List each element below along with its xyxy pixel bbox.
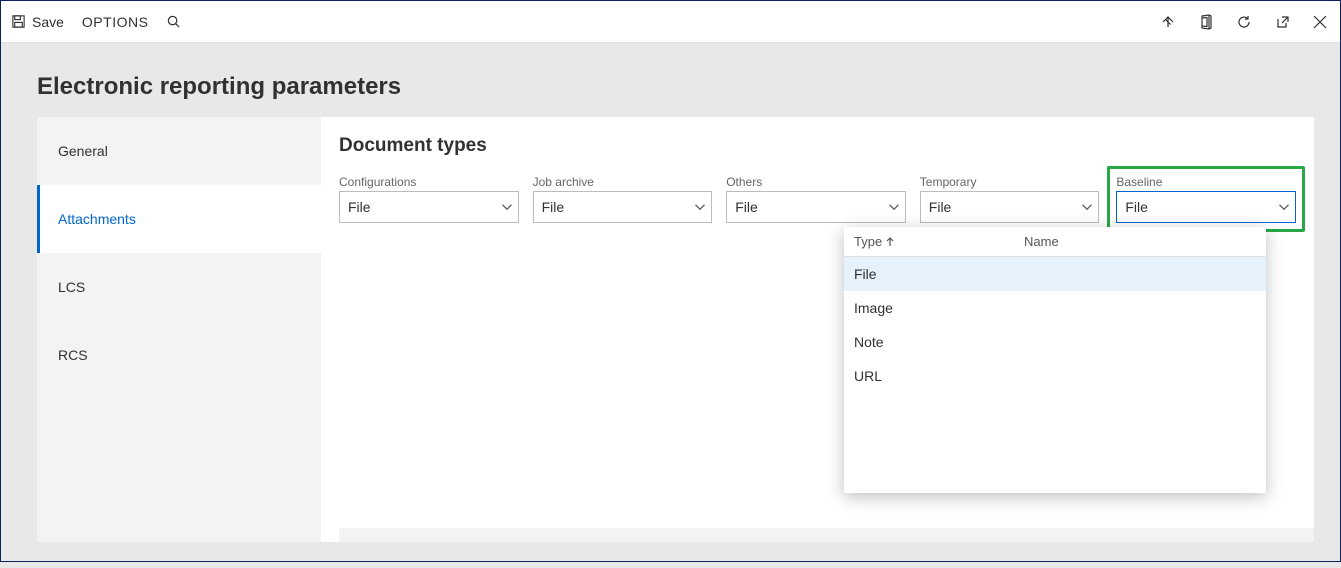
- chevron-down-icon: [691, 198, 709, 216]
- sidebar-item-lcs[interactable]: LCS: [37, 253, 321, 321]
- sidebar-item-rcs[interactable]: RCS: [37, 321, 321, 389]
- options-label: OPTIONS: [82, 14, 149, 30]
- field-others: Others File: [726, 175, 906, 223]
- sort-asc-icon: [885, 237, 895, 247]
- lookup-header: Type Name: [844, 227, 1266, 257]
- chevron-down-icon: [885, 198, 903, 216]
- lookup-popup: Type Name File Image Note: [844, 227, 1266, 493]
- close-icon[interactable]: [1310, 12, 1330, 32]
- sidebar-item-general[interactable]: General: [37, 117, 321, 185]
- save-button[interactable]: Save: [11, 14, 64, 30]
- dropdown-configurations[interactable]: File: [339, 191, 519, 223]
- sidebar-item-label: RCS: [58, 347, 88, 363]
- content: General Attachments LCS RCS Document typ…: [1, 117, 1340, 568]
- lookup-row[interactable]: URL: [844, 359, 1266, 393]
- dropdown-others[interactable]: File: [726, 191, 906, 223]
- lookup-col-name[interactable]: Name: [1022, 234, 1059, 249]
- fields-row: Configurations File Job archive File: [339, 175, 1296, 223]
- dropdown-job-archive[interactable]: File: [533, 191, 713, 223]
- chevron-down-icon: [1275, 198, 1293, 216]
- field-label: Job archive: [533, 175, 713, 189]
- options-button[interactable]: OPTIONS: [82, 14, 149, 30]
- field-baseline: Baseline File: [1107, 166, 1305, 232]
- lookup-row-type: Image: [854, 300, 893, 316]
- chevron-down-icon: [498, 198, 516, 216]
- dropdown-value: File: [542, 199, 565, 215]
- save-label: Save: [32, 14, 64, 30]
- popout-icon[interactable]: [1272, 12, 1292, 32]
- sidebar-item-label: LCS: [58, 279, 85, 295]
- toolbar-right: [1158, 12, 1330, 32]
- field-label: Configurations: [339, 175, 519, 189]
- search-button[interactable]: [166, 14, 181, 29]
- page-title: Electronic reporting parameters: [1, 43, 1340, 117]
- sidebar: General Attachments LCS RCS: [37, 117, 321, 542]
- main-panel: Document types Configurations File Job a…: [321, 117, 1314, 542]
- attachments-icon[interactable]: [1158, 12, 1178, 32]
- section-title: Document types: [339, 135, 1296, 157]
- lookup-row[interactable]: Note: [844, 325, 1266, 359]
- sidebar-item-label: General: [58, 143, 108, 159]
- lookup-row-type: File: [854, 266, 877, 282]
- lookup-row-type: Note: [854, 334, 884, 350]
- dropdown-baseline[interactable]: File: [1116, 191, 1296, 223]
- dropdown-value: File: [735, 199, 758, 215]
- field-job-archive: Job archive File: [533, 175, 713, 223]
- footer-bar: [339, 528, 1314, 542]
- dropdown-value: File: [1125, 199, 1148, 215]
- lookup-body: File Image Note URL: [844, 257, 1266, 493]
- sidebar-item-label: Attachments: [58, 211, 136, 227]
- toolbar-left: Save OPTIONS: [11, 14, 181, 30]
- save-icon: [11, 14, 26, 29]
- lookup-col-type-label: Type: [854, 234, 882, 249]
- lookup-row[interactable]: File: [844, 257, 1266, 291]
- sidebar-item-attachments[interactable]: Attachments: [37, 185, 321, 253]
- field-configurations: Configurations File: [339, 175, 519, 223]
- field-label: Temporary: [920, 175, 1100, 189]
- field-temporary: Temporary File: [920, 175, 1100, 223]
- lookup-row[interactable]: Image: [844, 291, 1266, 325]
- toolbar: Save OPTIONS: [1, 1, 1340, 43]
- lookup-col-type[interactable]: Type: [844, 234, 1022, 249]
- chevron-down-icon: [1078, 198, 1096, 216]
- dropdown-temporary[interactable]: File: [920, 191, 1100, 223]
- lookup-col-name-label: Name: [1024, 234, 1059, 249]
- lookup-row-type: URL: [854, 368, 882, 384]
- office-icon[interactable]: [1196, 12, 1216, 32]
- field-label: Others: [726, 175, 906, 189]
- search-icon: [166, 14, 181, 29]
- dropdown-value: File: [348, 199, 371, 215]
- field-label: Baseline: [1116, 175, 1296, 189]
- refresh-icon[interactable]: [1234, 12, 1254, 32]
- dropdown-value: File: [929, 199, 952, 215]
- lookup-empty-space: [844, 393, 1266, 493]
